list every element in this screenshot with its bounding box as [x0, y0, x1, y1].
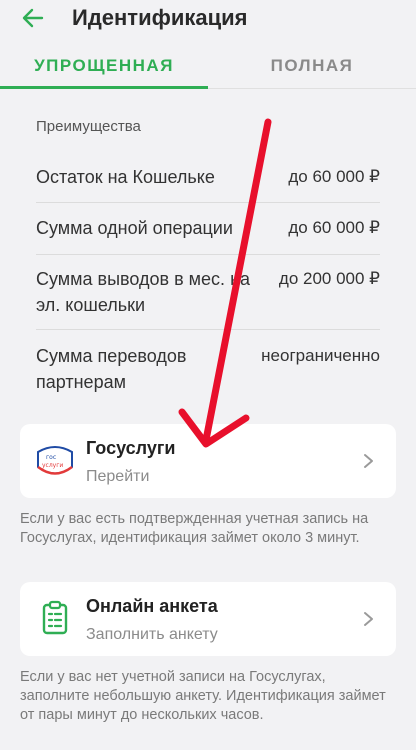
benefit-value: неограниченно	[261, 346, 380, 365]
divider	[36, 202, 380, 203]
benefit-label: Остаток на Кошельке	[36, 167, 215, 187]
active-tab-indicator	[0, 86, 208, 89]
benefit-row: Сумма одной операции до 60 000 ₽	[36, 215, 380, 241]
top-bar: Идентификация	[0, 0, 416, 40]
benefit-value: до 200 000 ₽	[278, 269, 380, 288]
card-subtitle: Перейти	[86, 468, 150, 485]
benefit-label: Сумма переводов партнерам	[36, 346, 187, 392]
chevron-right-icon	[364, 612, 373, 626]
benefit-label: Сумма одной операции	[36, 218, 233, 238]
benefit-value: до 60 000 ₽	[288, 167, 380, 186]
back-button[interactable]	[18, 4, 48, 32]
divider	[36, 254, 380, 255]
tab-bar: УПРОЩЕННАЯ ПОЛНАЯ	[0, 44, 416, 90]
online-form-card[interactable]: Онлайн анкета Заполнить анкету	[20, 582, 396, 656]
gosuslugi-logo: гос услуги	[34, 440, 76, 482]
online-form-note: Если у вас нет учетной записи на Госуслу…	[20, 669, 386, 723]
clipboard-icon	[34, 598, 76, 640]
divider	[36, 329, 380, 330]
card-title: Онлайн анкета	[86, 596, 218, 616]
chevron-right-icon	[364, 454, 373, 468]
benefit-row: Сумма выводов в мес. на эл. кошельки до …	[36, 266, 380, 318]
card-subtitle: Заполнить анкету	[86, 626, 218, 643]
page-title: Идентификация	[72, 5, 248, 30]
benefit-row: Остаток на Кошельке до 60 000 ₽	[36, 164, 380, 190]
benefits-heading: Преимущества	[36, 118, 141, 135]
benefit-label: Сумма выводов в мес. на эл. кошельки	[36, 269, 251, 315]
tab-full[interactable]: ПОЛНАЯ	[208, 44, 416, 88]
arrow-left-icon	[22, 8, 44, 28]
tab-simplified[interactable]: УПРОЩЕННАЯ	[0, 44, 208, 88]
benefit-row: Сумма переводов партнерам неограниченно	[36, 343, 380, 395]
benefit-value: до 60 000 ₽	[288, 218, 380, 237]
card-title: Госуслуги	[86, 438, 176, 458]
gosuslugi-card[interactable]: гос услуги Госуслуги Перейти	[20, 424, 396, 498]
gosuslugi-note: Если у вас есть подтвержденная учетная з…	[20, 511, 369, 546]
logo-text: услуги	[42, 462, 63, 469]
logo-text: гос	[46, 454, 56, 461]
